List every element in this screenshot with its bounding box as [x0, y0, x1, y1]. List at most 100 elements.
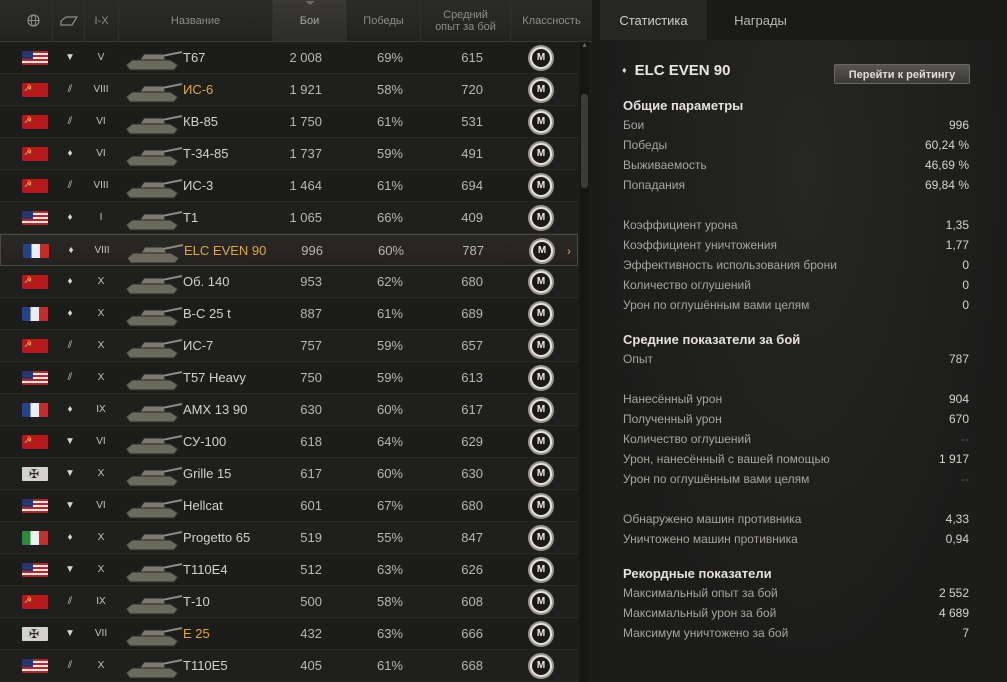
- table-row[interactable]: ▼ VI СУ-100 618 64% 629 M: [0, 426, 578, 458]
- wins-cell: 61%: [376, 658, 403, 673]
- sort-wins-button[interactable]: Победы: [346, 0, 420, 41]
- vehicle-type-icon: ♦: [67, 404, 73, 415]
- table-row[interactable]: ▼ VI Hellcat 601 67% 680 M: [0, 490, 578, 522]
- stat-row: Коэффициент урона 1,35: [623, 218, 969, 238]
- stat-row: Победы 60,24 %: [623, 138, 969, 158]
- stat-row: Полученный урон 670: [623, 412, 969, 432]
- mastery-badge-icon: M: [527, 655, 555, 677]
- table-row[interactable]: ♦ IX AMX 13 90 630 60% 617 M: [0, 394, 578, 426]
- stat-value: --: [961, 472, 969, 486]
- stat-value: 0: [962, 278, 969, 292]
- table-row[interactable]: ♦ I T1 1 065 66% 409 M: [0, 202, 578, 234]
- tier-header: I-X: [94, 14, 109, 27]
- stat-row: Опыт 787: [623, 352, 969, 372]
- tab-awards[interactable]: Награды: [707, 0, 814, 40]
- mastery-badge-icon: M: [527, 175, 555, 197]
- avg-xp-cell: 680: [461, 274, 483, 289]
- table-row[interactable]: ♦ VI Т-34-85 1 737 59% 491 M: [0, 138, 578, 170]
- stat-row: Нанесённый урон 904: [623, 392, 969, 412]
- table-row[interactable]: ▼ X T110E4 512 63% 626 M: [0, 554, 578, 586]
- sort-type-button[interactable]: [52, 0, 84, 41]
- stat-value: 0: [962, 298, 969, 312]
- stat-label: Эффективность использования брони: [623, 258, 837, 272]
- ussr-flag-icon: [22, 179, 48, 193]
- tier-cell: X: [97, 276, 105, 287]
- go-to-rating-button[interactable]: Перейти к рейтингу: [834, 64, 970, 84]
- tank-icon: [122, 364, 184, 392]
- sort-tier-button[interactable]: I-X: [84, 0, 118, 41]
- table-row[interactable]: ▼ V T67 2 008 69% 615 M: [0, 42, 578, 74]
- name-cell: Об. 140: [183, 274, 230, 289]
- table-row[interactable]: ▼ X Grille 15 617 60% 630 M: [0, 458, 578, 490]
- wins-cell: 59%: [376, 146, 403, 161]
- sort-nation-button[interactable]: [14, 0, 52, 41]
- battles-cell: 432: [300, 626, 322, 641]
- table-row[interactable]: ⫽ IX Т-10 500 58% 608 M: [0, 586, 578, 618]
- tank-icon: [122, 44, 184, 72]
- battles-cell: 996: [301, 243, 323, 258]
- tier-cell: X: [97, 308, 105, 319]
- vehicle-type-icon: ♦: [67, 532, 73, 543]
- section-title: Общие параметры: [623, 98, 744, 113]
- sort-name-button[interactable]: Название: [118, 0, 272, 41]
- battles-cell: 1 921: [289, 82, 322, 97]
- tab-bar: Статистика Награды: [600, 0, 1007, 40]
- table-row[interactable]: ♦ VIII ELC EVEN 90 996 60% 787 M ›: [0, 234, 578, 266]
- battles-cell: 953: [300, 274, 322, 289]
- battles-cell: 1 065: [289, 210, 322, 225]
- battles-cell: 750: [300, 370, 322, 385]
- sort-mastery-button[interactable]: Классность: [510, 0, 592, 41]
- stat-label: Победы: [623, 138, 668, 152]
- stat-value: 2 552: [938, 586, 969, 600]
- table-row[interactable]: ⫽ VIII ИС-6 1 921 58% 720 M: [0, 74, 578, 106]
- stat-label: Коэффициент урона: [623, 218, 738, 232]
- stat-row: Максимум уничтожено за бой 7: [623, 626, 969, 646]
- table-row[interactable]: ♦ X Progetto 65 519 55% 847 M: [0, 522, 578, 554]
- avg-xp-cell: 847: [461, 530, 483, 545]
- tab-statistics[interactable]: Статистика: [600, 0, 707, 40]
- tank-icon: [122, 620, 184, 648]
- stat-label: Максимальный урон за бой: [623, 606, 777, 620]
- stat-value: 670: [948, 412, 969, 426]
- tank-icon: [122, 428, 184, 456]
- table-row[interactable]: ⫽ VI КВ-85 1 750 61% 531 M: [0, 106, 578, 138]
- vehicle-name: ELC EVEN 90: [634, 62, 731, 79]
- section-title: Рекордные показатели: [623, 566, 772, 581]
- vehicle-table: I-X Название Бои Победы Средний опыт за б…: [0, 0, 592, 682]
- vehicle-type-icon: ▼: [65, 564, 75, 575]
- stat-row: Максимальный урон за бой 4 689: [623, 606, 969, 626]
- scroll-up-icon[interactable]: ▲: [581, 42, 588, 50]
- stat-label: Уничтожено машин противника: [623, 532, 798, 546]
- battles-cell: 500: [300, 594, 322, 609]
- tank-icon: [122, 460, 184, 488]
- chevron-right-icon: ›: [567, 243, 571, 258]
- avg-xp-cell: 615: [461, 50, 483, 65]
- name-cell: AMX 13 90: [183, 402, 248, 417]
- avg-xp-cell: 409: [461, 210, 483, 225]
- sort-battles-button[interactable]: Бои: [272, 0, 346, 41]
- table-row[interactable]: ♦ X B-C 25 t 887 61% 689 M: [0, 298, 578, 330]
- vehicle-type-icon: ⫽: [67, 660, 73, 671]
- tier-cell: VI: [96, 500, 106, 511]
- battles-cell: 519: [300, 530, 322, 545]
- ussr-flag-icon: [22, 83, 48, 97]
- table-row[interactable]: ⫽ X ИС-7 757 59% 657 M: [0, 330, 578, 362]
- tank-icon: [122, 396, 184, 424]
- tier-cell: VIII: [94, 245, 110, 256]
- stat-label: Количество оглушений: [623, 432, 751, 446]
- scrollbar-thumb[interactable]: [581, 94, 588, 188]
- avg-xp-cell: 680: [461, 498, 483, 513]
- table-row[interactable]: ⫽ X T110E5 405 61% 668 M: [0, 650, 578, 682]
- scrollbar[interactable]: ▲: [580, 42, 589, 682]
- table-row[interactable]: ⫽ X T57 Heavy 750 59% 613 M: [0, 362, 578, 394]
- sort-avg-xp-button[interactable]: Средний опыт за бой: [420, 0, 510, 41]
- wins-cell: 61%: [376, 178, 403, 193]
- france-flag-icon: [22, 403, 48, 417]
- vehicle-type-icon: ⫽: [67, 116, 73, 127]
- tier-cell: X: [97, 660, 105, 671]
- wins-cell: 64%: [376, 434, 403, 449]
- table-row[interactable]: ⫽ VIII ИС-3 1 464 61% 694 M: [0, 170, 578, 202]
- table-row[interactable]: ♦ X Об. 140 953 62% 680 M: [0, 266, 578, 298]
- table-row[interactable]: ▼ VII E 25 432 63% 666 M: [0, 618, 578, 650]
- stat-row: Коэффициент уничтожения 1,77: [623, 238, 969, 258]
